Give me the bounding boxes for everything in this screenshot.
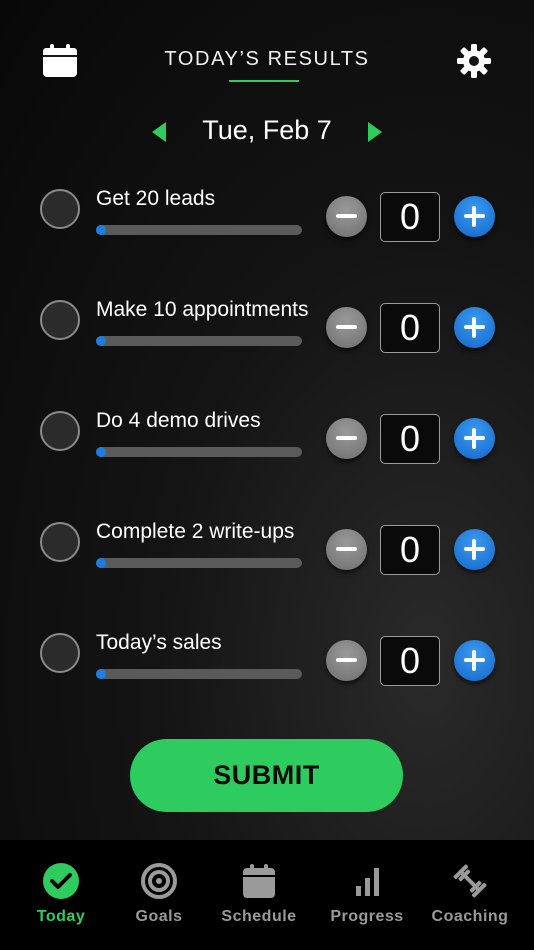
goal-label: Make 10 appointments: [96, 298, 309, 321]
goal-checkbox[interactable]: [40, 411, 80, 451]
current-date: Tue, Feb 7: [202, 115, 332, 145]
calendar-icon: [240, 862, 278, 900]
triangle-right-icon[interactable]: [366, 121, 384, 143]
decrement-button[interactable]: [326, 196, 367, 237]
page-title: TODAY’S RESULTS: [164, 48, 370, 70]
title-underline: [229, 80, 299, 82]
goal-progress-bar: [96, 669, 302, 679]
goal-progress-fill: [96, 336, 106, 346]
goal-checkbox[interactable]: [40, 633, 80, 673]
decrement-button[interactable]: [326, 640, 367, 681]
gear-icon[interactable]: [456, 43, 492, 79]
goal-progress-fill: [96, 225, 106, 235]
tab-coaching[interactable]: Coaching: [417, 840, 523, 950]
tab-goals[interactable]: Goals: [106, 840, 212, 950]
goal-checkbox[interactable]: [40, 522, 80, 562]
tab-label: Progress: [330, 908, 404, 925]
check-circle-icon: [42, 862, 80, 900]
goal-progress-fill: [96, 669, 106, 679]
decrement-button[interactable]: [326, 418, 367, 459]
decrement-button[interactable]: [326, 307, 367, 348]
submit-button[interactable]: SUBMIT: [130, 739, 403, 812]
bar-chart-icon: [348, 862, 386, 900]
goal-label: Complete 2 write-ups: [96, 520, 295, 543]
goal-progress-bar: [96, 447, 302, 457]
goal-progress-bar: [96, 558, 302, 568]
count-value[interactable]: 0: [380, 192, 440, 242]
tab-bar: Today Goals Schedule Progress Coaching: [0, 840, 534, 950]
tab-label: Coaching: [431, 908, 509, 925]
count-value[interactable]: 0: [380, 303, 440, 353]
tab-today[interactable]: Today: [8, 840, 114, 950]
goal-row: Complete 2 write-ups 0: [0, 520, 534, 612]
tab-label: Today: [36, 908, 86, 925]
goal-progress-fill: [96, 558, 106, 568]
date-navigator: Tue, Feb 7: [0, 112, 534, 152]
dumbbell-icon: [451, 862, 489, 900]
goal-progress-bar: [96, 225, 302, 235]
goal-checkbox[interactable]: [40, 189, 80, 229]
goal-progress-fill: [96, 447, 106, 457]
goal-row: Do 4 demo drives 0: [0, 409, 534, 501]
count-value[interactable]: 0: [380, 636, 440, 686]
decrement-button[interactable]: [326, 529, 367, 570]
goal-row: Today’s sales 0: [0, 631, 534, 723]
increment-button[interactable]: [454, 640, 495, 681]
header: TODAY’S RESULTS: [0, 0, 534, 100]
goal-row: Make 10 appointments 0: [0, 298, 534, 390]
increment-button[interactable]: [454, 196, 495, 237]
goal-label: Today’s sales: [96, 631, 222, 654]
goal-label: Do 4 demo drives: [96, 409, 261, 432]
tab-label: Goals: [135, 908, 183, 925]
tab-schedule[interactable]: Schedule: [206, 840, 312, 950]
goal-progress-bar: [96, 336, 302, 346]
goal-checkbox[interactable]: [40, 300, 80, 340]
tab-label: Schedule: [221, 908, 297, 925]
count-value[interactable]: 0: [380, 525, 440, 575]
increment-button[interactable]: [454, 418, 495, 459]
goal-label: Get 20 leads: [96, 187, 216, 210]
tab-progress[interactable]: Progress: [314, 840, 420, 950]
increment-button[interactable]: [454, 529, 495, 570]
increment-button[interactable]: [454, 307, 495, 348]
count-value[interactable]: 0: [380, 414, 440, 464]
target-icon: [140, 862, 178, 900]
goal-row: Get 20 leads 0: [0, 187, 534, 279]
